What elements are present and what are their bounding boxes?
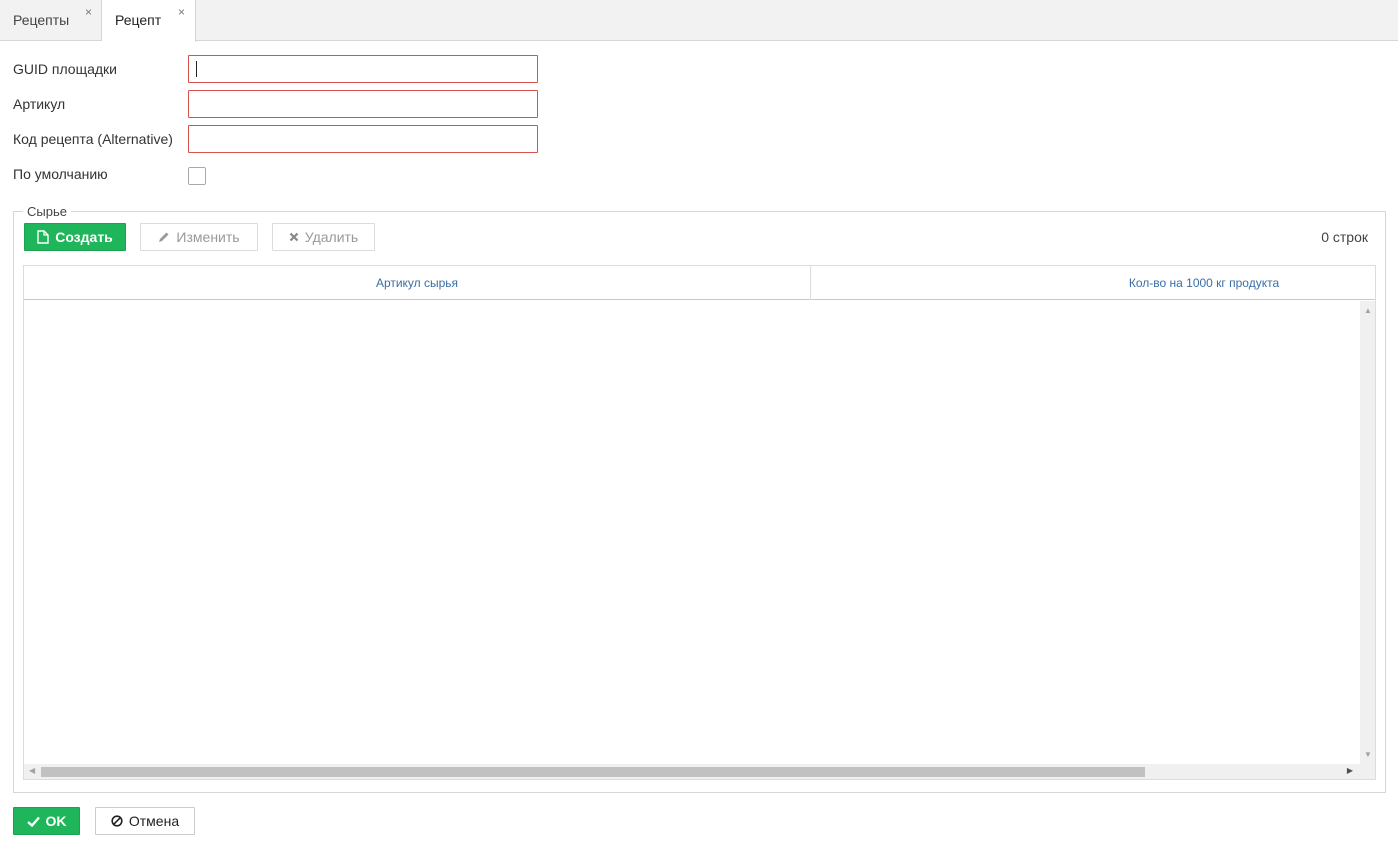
x-icon xyxy=(289,232,299,242)
scroll-up-icon[interactable]: ▲ xyxy=(1364,307,1372,315)
pencil-icon xyxy=(159,232,169,242)
delete-label: Удалить xyxy=(304,229,359,245)
tab-bar: Рецепты × Рецепт × xyxy=(0,0,1398,42)
recipe-code-input[interactable] xyxy=(188,125,538,153)
tab-label: Рецепт xyxy=(115,12,162,28)
tab-recipes[interactable]: Рецепты × xyxy=(0,0,102,41)
column-header-article[interactable]: Артикул сырья xyxy=(24,266,811,300)
create-label: Создать xyxy=(55,229,113,245)
default-checkbox[interactable] xyxy=(188,167,206,185)
horizontal-scroll-thumb[interactable] xyxy=(41,767,1145,777)
article-input[interactable] xyxy=(188,90,538,118)
horizontal-scrollbar[interactable]: ◀ ▶ xyxy=(24,764,1375,779)
create-button[interactable]: Создать xyxy=(24,223,126,251)
scroll-left-icon[interactable]: ◀ xyxy=(29,767,35,775)
edit-button[interactable]: Изменить xyxy=(140,223,258,251)
scroll-down-icon[interactable]: ▼ xyxy=(1364,751,1372,759)
guid-input[interactable] xyxy=(188,55,538,83)
close-icon[interactable]: × xyxy=(178,6,185,18)
cancel-button[interactable]: Отмена xyxy=(95,807,195,835)
tab-label: Рецепты xyxy=(13,12,70,28)
cancel-label: Отмена xyxy=(128,813,180,829)
delete-button[interactable]: Удалить xyxy=(272,223,375,251)
tab-recipe[interactable]: Рецепт × xyxy=(102,0,196,42)
default-label: По умолчанию xyxy=(13,166,108,182)
guid-label: GUID площадки xyxy=(13,61,118,77)
check-icon xyxy=(26,816,40,827)
vertical-scrollbar[interactable]: ▲ ▼ xyxy=(1360,301,1375,765)
recipe-code-label: Код рецепта (Alternative) xyxy=(13,131,173,147)
raw-materials-grid: Артикул сырья Кол-во на 1000 кг продукта… xyxy=(23,265,1376,780)
ok-button[interactable]: OK xyxy=(13,807,80,835)
ban-icon xyxy=(111,815,123,827)
grid-body xyxy=(24,301,1361,765)
scroll-right-icon[interactable]: ▶ xyxy=(1347,767,1353,775)
close-icon[interactable]: × xyxy=(85,6,92,18)
edit-label: Изменить xyxy=(176,229,240,245)
raw-materials-legend: Сырье xyxy=(23,204,71,219)
row-count: 0 строк xyxy=(1321,229,1368,245)
grid-header: Артикул сырья Кол-во на 1000 кг продукта xyxy=(24,266,1375,300)
document-icon xyxy=(37,230,49,244)
ok-label: OK xyxy=(45,813,67,829)
column-header-quantity[interactable]: Кол-во на 1000 кг продукта xyxy=(811,266,1398,300)
article-label: Артикул xyxy=(13,96,66,112)
text-caret xyxy=(196,61,197,77)
